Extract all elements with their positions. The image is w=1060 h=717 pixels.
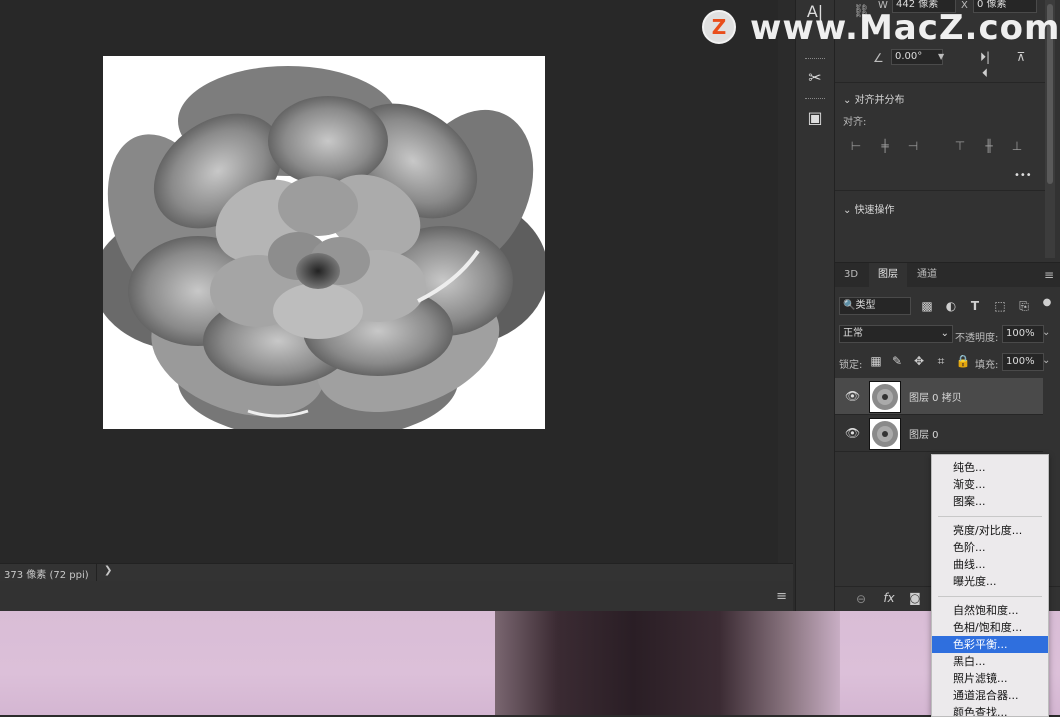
shape-filter-icon[interactable]: ⬚: [992, 298, 1008, 314]
blend-mode-select[interactable]: 正常 ⌄: [839, 325, 953, 343]
opacity-dropdown-icon[interactable]: ⌄: [1042, 327, 1050, 338]
align-center-h-icon[interactable]: ╪: [878, 139, 892, 153]
watermark-text: www.MacZ.com: [750, 8, 1060, 48]
adjustment-layer-menu[interactable]: 纯色... 渐变... 图案... 亮度/对比度... 色阶... 曲线... …: [931, 454, 1049, 717]
layers-panel-menu-icon[interactable]: ≡: [1035, 263, 1060, 287]
align-section-title: 对齐并分布: [854, 95, 905, 106]
align-top-icon[interactable]: ⊤: [953, 139, 967, 153]
search-icon: 🔍: [843, 300, 856, 311]
collapsed-panels-strip: A| ✂ ▣: [795, 0, 835, 611]
type-filter-icon[interactable]: T: [967, 298, 983, 314]
menu-item-photo-filter[interactable]: 照片滤镜...: [932, 670, 1048, 687]
angle-dropdown-icon[interactable]: ▼: [938, 52, 944, 61]
tab-layers[interactable]: 图层: [869, 263, 907, 287]
lock-transparency-icon[interactable]: ▦: [868, 353, 884, 369]
more-options-icon[interactable]: •••: [1014, 170, 1032, 181]
visibility-eye-icon[interactable]: 👁: [845, 389, 860, 403]
layer-row[interactable]: 👁 图层 0 拷贝: [835, 378, 1043, 415]
menu-item-channel-mixer[interactable]: 通道混合器...: [932, 687, 1048, 704]
lock-all-icon[interactable]: 🔒: [955, 353, 971, 369]
document-size-status: 373 像素 (72 ppi): [4, 570, 89, 581]
visibility-eye-icon[interactable]: 👁: [845, 426, 860, 440]
menu-item-hue-saturation[interactable]: 色相/饱和度...: [932, 619, 1048, 636]
menu-item-gradient[interactable]: 渐变...: [932, 476, 1048, 493]
filter-toggle-icon[interactable]: ●: [1039, 295, 1055, 311]
background-photo: [0, 611, 1060, 715]
menu-item-vibrance[interactable]: 自然饱和度...: [932, 602, 1048, 619]
divider-2: [835, 190, 1045, 191]
align-right-icon[interactable]: ⊣: [906, 139, 920, 153]
layer-name[interactable]: 图层 0: [909, 426, 939, 441]
flip-vertical-icon[interactable]: ⊼: [1013, 49, 1029, 65]
opacity-field[interactable]: 100%: [1002, 325, 1044, 343]
status-divider: [96, 564, 97, 581]
filter-kind-label: 类型: [855, 300, 876, 311]
menu-separator: [938, 516, 1042, 517]
align-section-header[interactable]: ⌄ 对齐并分布: [843, 91, 905, 106]
panel-menu-icon[interactable]: ≡: [776, 589, 787, 604]
layer-thumbnail: [869, 381, 901, 413]
layer-filter-kind[interactable]: 🔍类型: [839, 297, 911, 315]
menu-separator: [938, 596, 1042, 597]
align-left-icon[interactable]: ⊢: [849, 139, 863, 153]
tab-channels[interactable]: 通道: [908, 263, 946, 287]
fill-field[interactable]: 100%: [1002, 353, 1044, 371]
fill-label: 填充:: [975, 360, 999, 371]
status-bar: 373 像素 (72 ppi) ❯: [0, 563, 793, 581]
layers-panel-tabs: 3D 图层 通道 ≡: [835, 262, 1060, 287]
angle-field[interactable]: 0.00°: [891, 49, 943, 65]
canvas-area[interactable]: [0, 0, 778, 563]
menu-item-brightness-contrast[interactable]: 亮度/对比度...: [932, 522, 1048, 539]
blend-mode-value: 正常: [843, 328, 863, 339]
menu-item-black-white[interactable]: 黑白...: [932, 653, 1048, 670]
menu-item-pattern[interactable]: 图案...: [932, 493, 1048, 510]
link-layers-icon[interactable]: ⊖: [853, 591, 869, 607]
layer-name[interactable]: 图层 0 拷贝: [909, 389, 962, 404]
opacity-label: 不透明度:: [955, 333, 999, 344]
chevron-down-icon-2: ⌄: [843, 205, 855, 216]
angle-icon: ∠: [873, 51, 884, 65]
timeline-strip: ≡: [0, 581, 793, 611]
flower-image: [103, 66, 545, 429]
lock-artboard-icon[interactable]: ⌗: [933, 353, 949, 369]
align-middle-v-icon[interactable]: ╫: [982, 139, 996, 153]
panel-grip[interactable]: [805, 58, 825, 61]
panel-grip-2[interactable]: [805, 98, 825, 101]
tool-presets-icon[interactable]: ✂: [803, 66, 827, 90]
menu-item-exposure[interactable]: 曝光度...: [932, 573, 1048, 590]
menu-item-solid-color[interactable]: 纯色...: [932, 459, 1048, 476]
flip-horizontal-icon[interactable]: ⏵|⏴: [977, 49, 993, 80]
notes-panel-icon[interactable]: ▣: [803, 106, 827, 130]
layer-thumbnail: [869, 418, 901, 450]
smart-object-filter-icon[interactable]: ⎘: [1016, 298, 1032, 314]
lock-position-icon[interactable]: ✥: [911, 353, 927, 369]
document-canvas[interactable]: [103, 56, 545, 429]
chevron-down-icon: ⌄: [843, 95, 855, 106]
menu-item-levels[interactable]: 色阶...: [932, 539, 1048, 556]
quick-actions-header[interactable]: ⌄ 快速操作: [843, 201, 895, 216]
align-label: 对齐:: [843, 117, 867, 128]
menu-item-color-lookup[interactable]: 颜色查找...: [932, 704, 1048, 716]
lock-pixels-icon[interactable]: ✎: [889, 353, 905, 369]
fill-dropdown-icon[interactable]: ⌄: [1042, 355, 1050, 366]
adjustment-filter-icon[interactable]: ◐: [943, 298, 959, 314]
background-hair-image: [495, 611, 840, 715]
menu-item-color-balance[interactable]: 色彩平衡...: [932, 636, 1048, 653]
divider: [835, 82, 1045, 83]
layer-style-fx-icon[interactable]: fx: [881, 590, 897, 606]
layer-row[interactable]: 👁 图层 0: [835, 415, 1043, 452]
menu-item-curves[interactable]: 曲线...: [932, 556, 1048, 573]
watermark: Z www.MacZ.com: [700, 8, 1060, 48]
align-bottom-icon[interactable]: ⊥: [1010, 139, 1024, 153]
tab-3d[interactable]: 3D: [835, 263, 867, 287]
lock-label: 锁定:: [839, 360, 863, 371]
macz-logo: Z: [702, 10, 736, 44]
chevron-down-icon-3: ⌄: [940, 328, 949, 339]
quick-actions-title: 快速操作: [854, 205, 895, 216]
add-mask-icon[interactable]: ◙: [907, 590, 923, 606]
status-menu-chevron-icon[interactable]: ❯: [104, 565, 112, 576]
image-filter-icon[interactable]: ▩: [919, 298, 935, 314]
